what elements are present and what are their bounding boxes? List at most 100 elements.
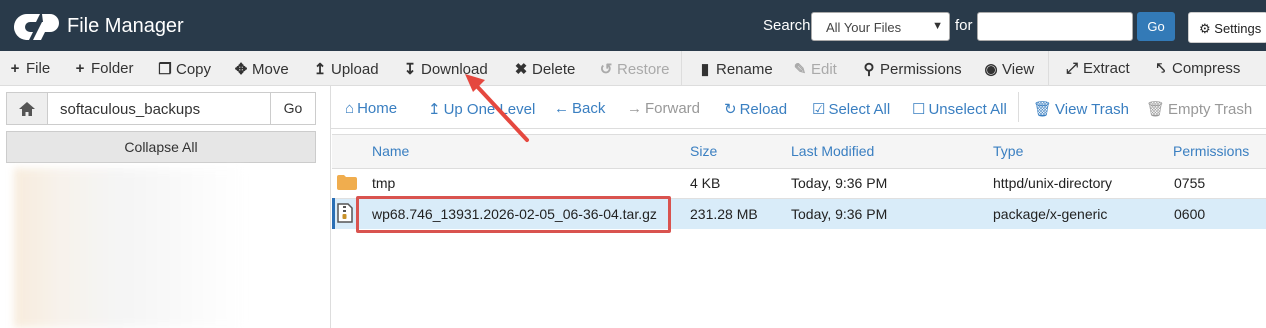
- compress-icon: ⤣: [1156, 60, 1166, 77]
- reload-icon: ↻: [724, 101, 737, 118]
- view-label: View: [1002, 61, 1035, 78]
- extract-button[interactable]: ⤢ Extract: [1065, 60, 1130, 77]
- reload-button[interactable]: ↻ Reload: [724, 100, 787, 118]
- nav-divider: [1018, 92, 1019, 122]
- level-up-icon: ↥: [428, 101, 441, 118]
- column-name[interactable]: Name: [372, 143, 409, 159]
- new-folder-label: Folder: [91, 60, 134, 77]
- move-button[interactable]: ✥ Move: [234, 60, 289, 78]
- new-file-label: File: [26, 60, 51, 77]
- path-input[interactable]: softaculous_backups: [60, 101, 200, 118]
- rename-label: Rename: [716, 61, 773, 78]
- undo-icon: ↺: [599, 61, 613, 78]
- copy-label: Copy: [176, 61, 212, 78]
- download-icon: ↧: [403, 61, 417, 78]
- column-last-modified[interactable]: Last Modified: [791, 143, 874, 159]
- checkbox-empty-icon: ☐: [912, 101, 926, 118]
- rename-button[interactable]: ▮ Rename: [698, 60, 773, 78]
- path-bar: softaculous_backups Go: [6, 92, 316, 125]
- restore-label: Restore: [617, 61, 670, 78]
- plus-icon: +: [75, 60, 85, 77]
- edit-button[interactable]: ✎ Edit: [793, 60, 837, 78]
- unselect-all-label: Unselect All: [928, 101, 1007, 118]
- cpanel-logo[interactable]: [14, 10, 62, 42]
- upload-icon: ↥: [313, 61, 327, 78]
- file-permissions: 0600: [1174, 206, 1206, 222]
- search-input[interactable]: [977, 12, 1133, 41]
- settings-label: Settings: [1214, 21, 1262, 36]
- toolbar: + File + Folder ❐ Copy ✥ Move ↥ Upload ↧ Downl…: [0, 51, 1266, 86]
- restore-button[interactable]: ↺ Restore: [599, 60, 670, 78]
- column-size[interactable]: Size: [690, 143, 717, 159]
- file-modified: Today, 9:36 PM: [791, 206, 888, 222]
- archive-file-icon: [337, 203, 353, 223]
- edit-label: Edit: [811, 61, 837, 78]
- file-type: httpd/unix-directory: [993, 175, 1113, 191]
- toolbar-divider: [1048, 51, 1049, 85]
- new-folder-button[interactable]: + Folder: [73, 60, 134, 77]
- permissions-label: Permissions: [880, 61, 962, 78]
- forward-button[interactable]: → Forward: [627, 100, 700, 117]
- eye-icon: ◉: [984, 61, 998, 78]
- folder-icon: [337, 175, 357, 190]
- search-scope-select[interactable]: All Your Files ▼: [811, 12, 950, 41]
- home-icon: ⌂: [345, 100, 355, 117]
- path-go-button[interactable]: Go: [270, 93, 315, 124]
- gear-icon: ⚙: [1199, 21, 1211, 36]
- copy-icon: ❐: [158, 61, 172, 78]
- column-permissions[interactable]: Permissions: [1173, 143, 1249, 159]
- move-icon: ✥: [234, 61, 248, 78]
- view-button[interactable]: ◉ View: [984, 60, 1034, 78]
- copy-button[interactable]: ❐ Copy: [158, 60, 211, 78]
- path-home-button[interactable]: [7, 93, 48, 124]
- view-trash-button[interactable]: 🗑 View Trash: [1033, 100, 1129, 118]
- view-trash-label: View Trash: [1055, 101, 1129, 118]
- unselect-all-button[interactable]: ☐ Unselect All: [912, 100, 1007, 118]
- upload-button[interactable]: ↥ Upload: [313, 60, 379, 78]
- expand-icon: ⤢: [1065, 60, 1078, 77]
- home-label: Home: [357, 100, 398, 117]
- permissions-button[interactable]: ⚲ Permissions: [862, 60, 962, 78]
- search-label: Search: [763, 17, 811, 34]
- trash-icon: 🗑: [1033, 101, 1053, 118]
- empty-trash-label: Empty Trash: [1168, 101, 1253, 118]
- arrow-right-icon: →: [627, 100, 642, 117]
- reload-label: Reload: [739, 101, 788, 118]
- file-size: 4 KB: [690, 175, 721, 191]
- new-file-button[interactable]: + File: [8, 60, 51, 77]
- column-type[interactable]: Type: [993, 143, 1023, 159]
- selection-indicator: [332, 198, 335, 229]
- trash-icon: 🗑: [1146, 101, 1166, 118]
- home-icon: [19, 102, 35, 116]
- checkbox-checked-icon: ☑: [812, 101, 826, 118]
- settings-button[interactable]: ⚙ Settings: [1188, 12, 1266, 43]
- empty-trash-button[interactable]: 🗑 Empty Trash: [1146, 100, 1252, 118]
- extract-label: Extract: [1083, 60, 1130, 77]
- search-go-button[interactable]: Go: [1137, 12, 1175, 41]
- file-modified: Today, 9:36 PM: [791, 175, 888, 191]
- select-all-button[interactable]: ☑ Select All: [812, 100, 890, 118]
- file-size: 231.28 MB: [690, 206, 758, 222]
- annotation-arrow: [465, 74, 529, 142]
- select-all-label: Select All: [828, 101, 891, 118]
- for-label: for: [955, 17, 973, 34]
- file-name[interactable]: tmp: [372, 175, 395, 191]
- file-row[interactable]: tmp 4 KB Today, 9:36 PM httpd/unix-direc…: [332, 168, 1266, 198]
- file-type: package/x-generic: [993, 206, 1108, 222]
- move-label: Move: [252, 61, 289, 78]
- collapse-all-button[interactable]: Collapse All: [6, 131, 316, 163]
- search-scope-value: All Your Files: [826, 20, 902, 35]
- toolbar-divider: [681, 51, 682, 85]
- back-label: Back: [572, 100, 606, 117]
- upload-label: Upload: [331, 61, 379, 78]
- file-icon: ▮: [700, 61, 710, 78]
- home-button[interactable]: ⌂ Home: [345, 100, 397, 117]
- plus-icon: +: [10, 60, 20, 77]
- pencil-icon: ✎: [793, 61, 807, 78]
- back-button[interactable]: ← Back: [554, 100, 605, 117]
- chevron-down-icon: ▼: [932, 20, 943, 32]
- compress-label: Compress: [1172, 60, 1241, 77]
- app-title: File Manager: [67, 15, 184, 37]
- arrow-left-icon: ←: [554, 100, 569, 117]
- compress-button[interactable]: ⤣ Compress: [1154, 60, 1241, 77]
